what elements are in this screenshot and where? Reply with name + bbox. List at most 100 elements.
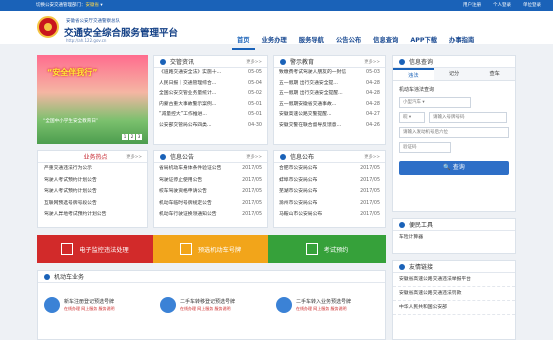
list-item[interactable]: 蚌埠市公安局公布 2017/05 (274, 175, 385, 187)
list-item[interactable]: 驾驶人考试预约计划公告 (38, 186, 147, 198)
vehicle-type-select[interactable]: 小型汽车 ▾ (399, 97, 471, 108)
list-item[interactable]: 内蒙古重大事故警示案例... 05-01 (154, 100, 267, 111)
link-icon (399, 263, 405, 270)
friend-link[interactable]: 中华人民共和国公安部 (393, 301, 515, 315)
nav-app-download[interactable]: APP下载 (405, 33, 442, 50)
item-title: 马鞍山市公安局公布 (279, 212, 323, 217)
list-item[interactable]: 互联网预选号牌号段公告 (38, 198, 147, 210)
captcha-input[interactable]: 验证码 (399, 142, 451, 153)
service-item[interactable]: 新车注册登记预选号牌 在线办理 网上服务 服务说明 (40, 293, 144, 323)
more-link[interactable]: 更多>> (246, 154, 262, 160)
carousel-pager: 1 2 3 (122, 134, 142, 140)
carousel-page[interactable]: 1 (122, 134, 128, 140)
item-date: 05-03 (366, 70, 380, 75)
tab-violation[interactable]: 违法 (393, 68, 434, 80)
preselect-plate-button[interactable]: 预选机动车号牌 (153, 235, 268, 263)
calculator-link[interactable]: 车险计算器 (393, 231, 515, 244)
query-label: 机动车违法查询 (399, 87, 435, 93)
query-button-label: 查询 (452, 164, 465, 171)
list-item[interactable]: 全国公安交管业务量统计... 05-02 (154, 89, 267, 100)
info-query-panel: 信息查询 违法 记分 查车 机动车违法查询 小型汽车 ▾ 皖 ▾ 请输入号牌号码… (392, 55, 516, 212)
list-item[interactable]: 机动车行驶证换领通知公告 2017/05 (154, 209, 267, 221)
top-bar: 切换公安交通管理部门：安徽省 ▾ 用户注册 个人登录 单位登录 (0, 0, 553, 11)
list-item[interactable]: 人民日报｜交通管理综合... 05-04 (154, 79, 267, 90)
plate-number-input[interactable]: 请输入号牌号码 (429, 112, 507, 123)
query-button[interactable]: 🔍 查询 (399, 161, 509, 175)
engine-number-input[interactable]: 请输入发动机号后六位 (399, 127, 509, 138)
unit-login-link[interactable]: 单位登录 (523, 0, 541, 11)
list-item[interactable]: 安徽交警在联合督导反馈意... 04-26 (274, 121, 385, 132)
list-item[interactable]: 公安部交管局公布四类... 04-30 (154, 121, 267, 132)
item-date: 2017/05 (360, 200, 380, 206)
news-icon (160, 58, 166, 65)
list-item[interactable]: 致缴费考试驾驶人朋友的一封信 05-03 (274, 68, 385, 79)
carousel-page[interactable]: 3 (136, 134, 142, 140)
exam-booking-button[interactable]: 考试预约 (268, 235, 386, 263)
more-link[interactable]: 更多>> (364, 154, 380, 160)
panel-title: 便民工具 (409, 222, 434, 229)
service-links[interactable]: 在线办理 网上服务 服务说明 (64, 306, 115, 312)
carousel-page[interactable]: 2 (129, 134, 135, 140)
nav-service-guide[interactable]: 服务导航 (294, 33, 329, 50)
business-hotspot-panel: 业务热点 更多>> 严重交通违法行为公示 驾驶人考试预约计划公告 驾驶人考试预约计… (37, 150, 148, 228)
service-item[interactable]: 二手车转入业务预选号牌 在线办理 网上服务 服务说明 (272, 293, 376, 323)
list-item[interactable]: 《道路交通安全法》实施十... 05-05 (154, 68, 267, 79)
list-item[interactable]: 合肥市公安局公布 2017/05 (274, 163, 385, 175)
list-item[interactable]: 五一假期安徽省交通事故... 04-28 (274, 100, 385, 111)
list-item[interactable]: 机动车临时号牌规定公告 2017/05 (154, 198, 267, 210)
item-title: 全国公安交管业务量统计... (159, 91, 217, 96)
personal-login-link[interactable]: 个人登录 (493, 0, 511, 11)
list-item[interactable]: 滁州市公安局公布 2017/05 (274, 198, 385, 210)
friend-link[interactable]: 安徽省高速公路交通违法罚款 (393, 287, 515, 301)
query-icon (399, 58, 405, 65)
nav-info-query[interactable]: 信息查询 (368, 33, 403, 50)
item-title: 五一假期 出行交通安全提... (279, 80, 338, 86)
item-date: 2017/05 (242, 189, 262, 194)
region-name[interactable]: 安徽省 (86, 3, 100, 8)
nav-announcements[interactable]: 公告公布 (331, 33, 366, 50)
transfer-car-icon (160, 297, 176, 313)
strip-label: 电子监控违法处理 (79, 246, 129, 254)
item-date: 05-05 (248, 70, 262, 75)
list-item[interactable]: 五一假期 出行交通安全提醒... 04-28 (274, 89, 385, 100)
list-item[interactable]: 驾驶人异地考试预约计划公告 (38, 209, 147, 221)
list-item[interactable]: 马鞍山市公安局公布 2017/05 (274, 209, 385, 221)
list-item[interactable]: 驾驶证停止使用公告 2017/05 (154, 175, 267, 187)
item-date: 04-28 (366, 91, 380, 96)
list-item[interactable]: 五一假期 出行交通安全提... 04-28 (274, 79, 385, 90)
list-item[interactable]: “减量控大”工作推进... 05-01 (154, 110, 267, 121)
register-link[interactable]: 用户注册 (463, 0, 481, 11)
panel-title: 业务热点 (83, 154, 108, 161)
service-item[interactable]: 二手车转移登记预选号牌 在线办理 网上服务 服务说明 (156, 293, 260, 323)
more-link[interactable]: 更多>> (246, 59, 262, 65)
item-date: 05-04 (248, 80, 262, 86)
more-link[interactable]: 更多>> (364, 59, 380, 65)
tab-points[interactable]: 记分 (433, 68, 475, 80)
more-link[interactable]: 更多>> (126, 154, 142, 160)
release-icon (280, 153, 286, 160)
nav-home[interactable]: 首页 (232, 33, 255, 50)
item-date: 2017/05 (242, 212, 262, 217)
list-item[interactable]: 安徽高速公路交警提醒... 04-27 (274, 110, 385, 121)
list-item[interactable]: 严重交通违法行为公示 (38, 163, 147, 175)
item-date: 04-27 (366, 112, 380, 117)
brand-subtitle: 安徽省公安厅交通警察总队 (66, 19, 120, 24)
nav-handbook[interactable]: 办事指南 (444, 33, 479, 50)
list-item[interactable]: 省局机动车身体条件验证公告 2017/05 (154, 163, 267, 175)
service-links[interactable]: 在线办理 网上服务 服务说明 (180, 306, 231, 312)
police-emblem-icon (37, 16, 59, 38)
banner-carousel[interactable]: “安全伴我行” “全国中小学生安全教育日” 1 2 3 (37, 55, 148, 144)
notice-icon (160, 153, 166, 160)
list-item[interactable]: 芜湖市公安局公布 2017/05 (274, 186, 385, 198)
province-select[interactable]: 皖 ▾ (399, 112, 425, 123)
item-title: 五一假期 出行交通安全提醒... (279, 91, 343, 96)
service-links[interactable]: 在线办理 网上服务 服务说明 (296, 306, 347, 312)
nav-business[interactable]: 业务办理 (257, 33, 292, 50)
e-monitoring-button[interactable]: 电子监控违法处理 (37, 235, 153, 263)
item-date: 2017/05 (360, 166, 380, 171)
tab-vehicle[interactable]: 查车 (474, 68, 516, 80)
friend-link[interactable]: 安徽省高速公路交通违法举报平台 (393, 273, 515, 287)
list-item[interactable]: 驾驶人考试预约计划公告 (38, 175, 147, 187)
list-item[interactable]: 校车驾驶资格申请公告 2017/05 (154, 186, 267, 198)
region-switch[interactable]: 切换公安交通管理部门：安徽省 ▾ (36, 0, 103, 11)
